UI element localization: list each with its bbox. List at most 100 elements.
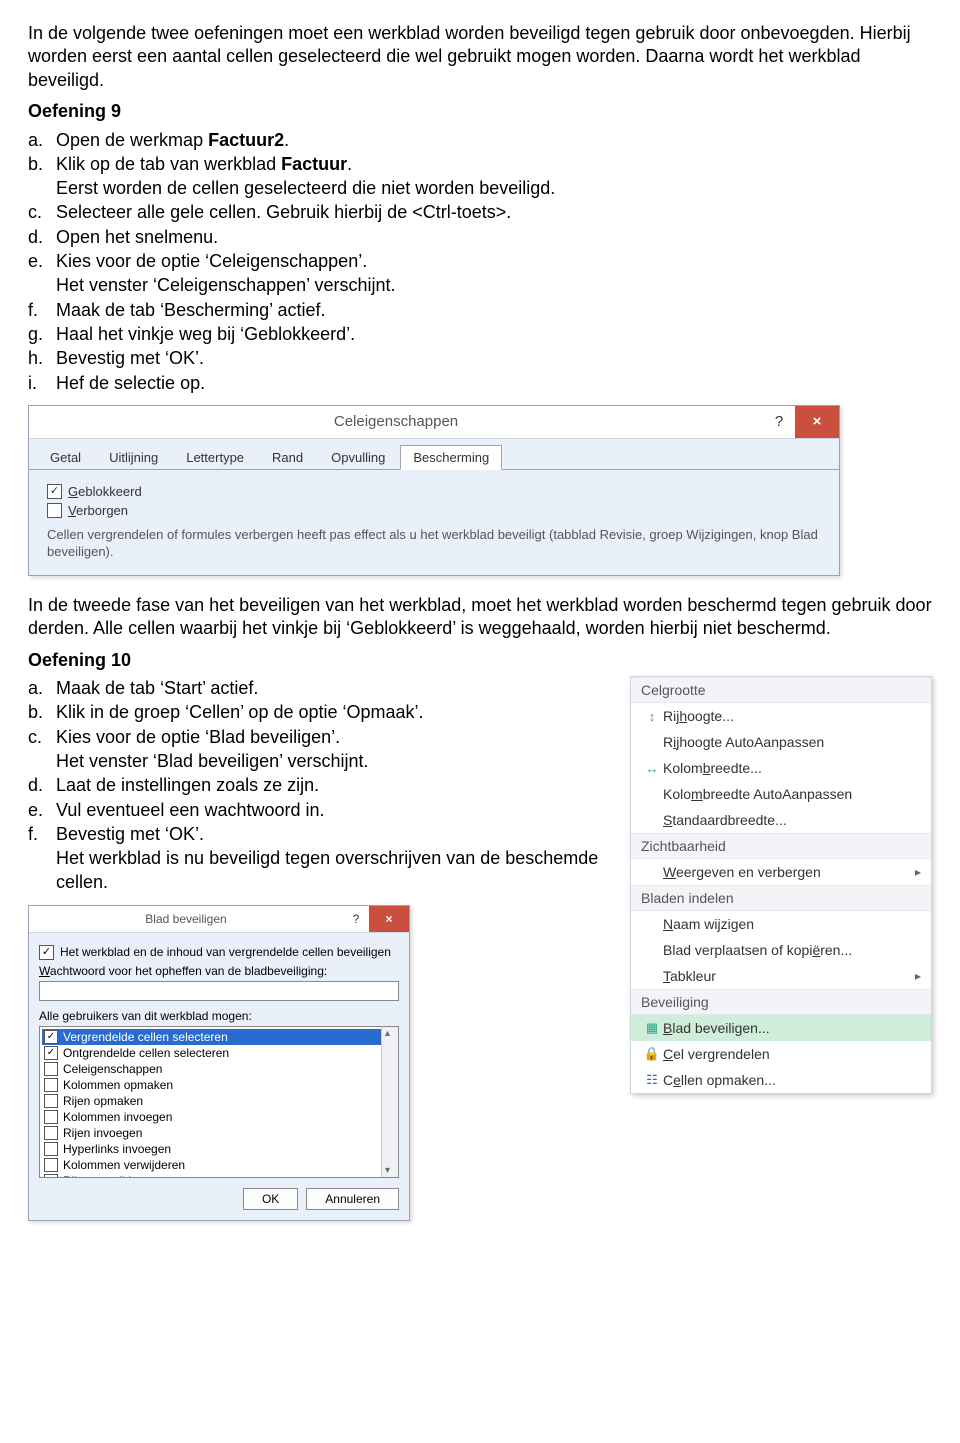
list-item: Bevestig met ‘OK’. <box>56 346 932 370</box>
intro-paragraph: In de volgende twee oefeningen moet een … <box>28 22 932 92</box>
list-label: d. <box>28 225 56 249</box>
menu-item-tabkleur[interactable]: Tabkleur▸ <box>631 963 931 989</box>
list-item: Maak de tab ‘Start’ actief. <box>56 676 616 700</box>
checkbox-icon <box>44 1126 58 1140</box>
menu-label: Rijhoogte AutoAanpassen <box>663 734 921 750</box>
ok-button[interactable]: OK <box>243 1188 298 1210</box>
menu-label: Kolombreedte AutoAanpassen <box>663 786 921 802</box>
checkbox-protect-contents[interactable]: ✓ Het werkblad en de inhoud van vergrend… <box>39 945 399 960</box>
menu-item-naam[interactable]: Naam wijzigen <box>631 911 931 937</box>
checkbox-icon: ✓ <box>47 484 62 499</box>
menu-item-rijhoogte-auto[interactable]: Rijhoogte AutoAanpassen <box>631 729 931 755</box>
text: Open de werkmap <box>56 130 208 150</box>
checkbox-geblokkeerd[interactable]: ✓ Geblokkeerd <box>47 484 821 499</box>
permission-option[interactable]: Rijen verwijderen <box>42 1173 396 1178</box>
permission-option[interactable]: ✓ Vergrendelde cellen selecteren <box>42 1029 396 1045</box>
help-button[interactable]: ? <box>763 413 795 430</box>
list-item: Klik in de groep ‘Cellen’ op de optie ‘O… <box>56 700 616 724</box>
permission-option[interactable]: Kolommen opmaken <box>42 1077 396 1093</box>
menu-item-kolombreedte-auto[interactable]: Kolombreedte AutoAanpassen <box>631 781 931 807</box>
exercise-9-title: Oefening 9 <box>28 100 932 123</box>
menu-item-blad-beveiligen[interactable]: ▦Blad beveiligen... <box>631 1015 931 1041</box>
format-cells-icon: ☷ <box>641 1072 663 1088</box>
menu-item-kolombreedte[interactable]: ↔Kolombreedte... <box>631 755 931 781</box>
permission-option[interactable]: Rijen invoegen <box>42 1125 396 1141</box>
menu-section-zichtbaarheid: Zichtbaarheid <box>631 833 931 859</box>
option-label: Vergrendelde cellen selecteren <box>63 1030 228 1044</box>
option-label: Rijen invoegen <box>63 1126 142 1140</box>
option-label: Kolommen opmaken <box>63 1078 173 1092</box>
dialog-body: ✓ Het werkblad en de inhoud van vergrend… <box>29 933 409 1220</box>
mid-paragraph: In de tweede fase van het beveiligen van… <box>28 594 932 641</box>
list-item: Kies voor de optie ‘Blad beveiligen’. <box>56 725 616 749</box>
dialog-body: ✓ Geblokkeerd Verborgen Cellen vergrende… <box>29 469 839 575</box>
cell-properties-dialog: Celeigenschappen ? × Getal Uitlijning Le… <box>28 405 840 576</box>
permissions-listbox[interactable]: ✓ Vergrendelde cellen selecteren✓Ontgrend… <box>39 1026 399 1178</box>
password-input[interactable] <box>39 981 399 1001</box>
menu-item-verplaatsen[interactable]: Blad verplaatsen of kopiëren... <box>631 937 931 963</box>
permission-option[interactable]: Celeigenschappen <box>42 1061 396 1077</box>
dialog-titlebar: Blad beveiligen ? × <box>29 906 409 933</box>
cancel-button[interactable]: Annuleren <box>306 1188 399 1210</box>
option-label: Celeigenschappen <box>63 1062 162 1076</box>
help-button[interactable]: ? <box>343 912 369 926</box>
menu-label: Cel vergrendelen <box>663 1046 921 1062</box>
permission-option[interactable]: Kolommen verwijderen <box>42 1157 396 1173</box>
list-label: f. <box>28 822 56 846</box>
permission-option[interactable]: ✓Ontgrendelde cellen selecteren <box>42 1045 396 1061</box>
list-subtext: Het venster ‘Celeigenschappen’ verschijn… <box>56 273 932 297</box>
close-button[interactable]: × <box>795 406 839 438</box>
list-item: Open het snelmenu. <box>56 225 932 249</box>
list-label: f. <box>28 298 56 322</box>
list-label: c. <box>28 725 56 749</box>
menu-item-standaardbreedte[interactable]: Standaardbreedte... <box>631 807 931 833</box>
permission-option[interactable]: Rijen opmaken <box>42 1093 396 1109</box>
protect-sheet-dialog: Blad beveiligen ? × ✓ Het werkblad en de… <box>28 905 410 1221</box>
dialog-title: Celeigenschappen <box>29 413 763 430</box>
list-label: a. <box>28 676 56 700</box>
checkbox-icon <box>44 1078 58 1092</box>
permission-option[interactable]: Kolommen invoegen <box>42 1109 396 1125</box>
list-label: g. <box>28 322 56 346</box>
list-label: a. <box>28 128 56 152</box>
menu-label: Weergeven en verbergen <box>663 864 915 880</box>
menu-item-cel-vergrendelen[interactable]: 🔒Cel vergrendelen <box>631 1041 931 1067</box>
text: . <box>284 130 289 150</box>
tab-bescherming[interactable]: Bescherming <box>400 445 502 470</box>
option-label: Kolommen invoegen <box>63 1110 172 1124</box>
list-item: Hef de selectie op. <box>56 371 932 395</box>
checkbox-verborgen[interactable]: Verborgen <box>47 503 821 518</box>
text: . <box>347 154 352 174</box>
menu-label: Blad beveiligen... <box>663 1020 921 1036</box>
list-item: Kies voor de optie ‘Celeigenschappen’. <box>56 249 932 273</box>
scrollbar[interactable] <box>381 1027 398 1177</box>
list-label: b. <box>28 152 56 176</box>
close-button[interactable]: × <box>369 906 409 932</box>
checkbox-icon <box>44 1094 58 1108</box>
permission-option[interactable]: Hyperlinks invoegen <box>42 1141 396 1157</box>
tab-opvulling[interactable]: Opvulling <box>318 445 398 470</box>
checkbox-icon <box>44 1174 58 1178</box>
list-label: c. <box>28 200 56 224</box>
tab-getal[interactable]: Getal <box>37 445 94 470</box>
menu-label: Rijhoogte... <box>663 708 921 724</box>
checkbox-icon: ✓ <box>44 1030 58 1044</box>
list-label: e. <box>28 798 56 822</box>
menu-item-rijhoogte[interactable]: ↕Rijhoogte... <box>631 703 931 729</box>
menu-label: Naam wijzigen <box>663 916 921 932</box>
menu-label: Kolombreedte... <box>663 760 921 776</box>
checkbox-icon: ✓ <box>39 945 54 960</box>
tab-uitlijning[interactable]: Uitlijning <box>96 445 171 470</box>
list-subtext: Het venster ‘Blad beveiligen’ verschijnt… <box>56 749 616 773</box>
tab-lettertype[interactable]: Lettertype <box>173 445 257 470</box>
menu-item-weergeven[interactable]: Weergeven en verbergen▸ <box>631 859 931 885</box>
tab-rand[interactable]: Rand <box>259 445 316 470</box>
list-item: Klik op de tab van werkblad Factuur. <box>56 152 932 176</box>
option-label: Ontgrendelde cellen selecteren <box>63 1046 229 1060</box>
menu-item-cellen-opmaken[interactable]: ☷Cellen opmaken... <box>631 1067 931 1093</box>
menu-section-celgrootte: Celgrootte <box>631 677 931 703</box>
dialog-title: Blad beveiligen <box>29 912 343 926</box>
option-label: Hyperlinks invoegen <box>63 1142 171 1156</box>
dialog-titlebar: Celeigenschappen ? × <box>29 406 839 439</box>
option-label: Kolommen verwijderen <box>63 1158 185 1172</box>
